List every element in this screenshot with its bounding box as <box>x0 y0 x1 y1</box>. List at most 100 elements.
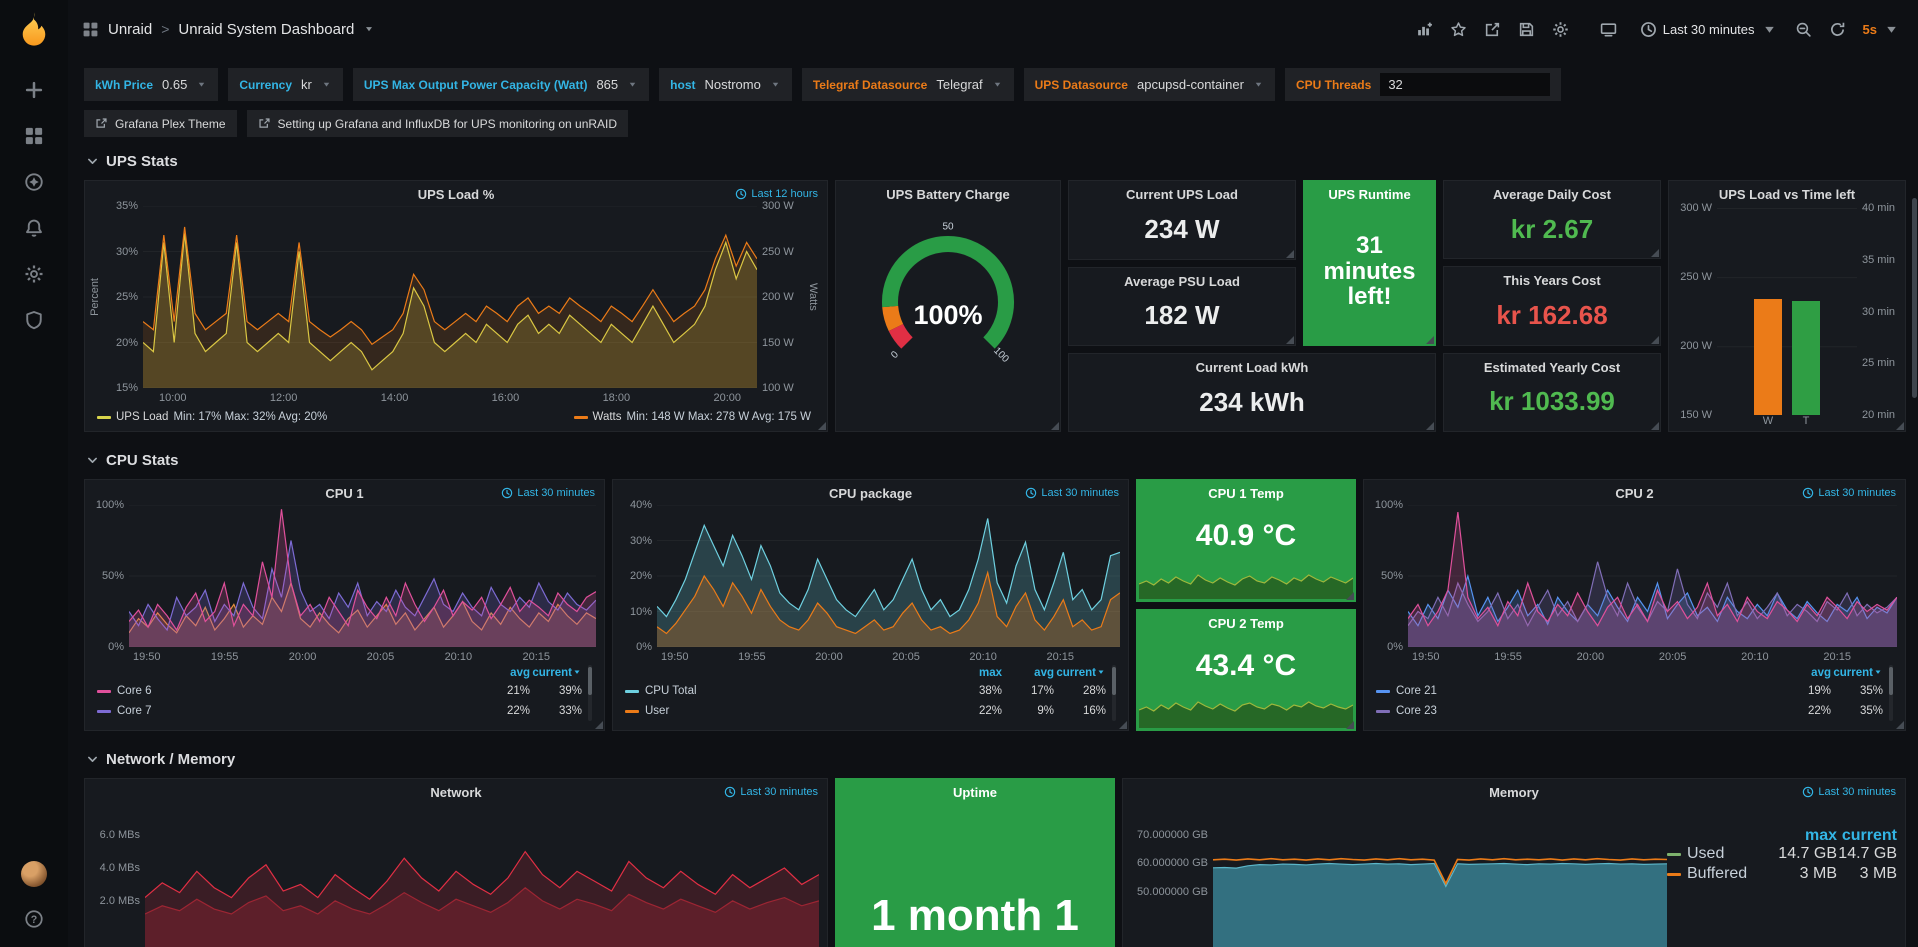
add-panel-button[interactable] <box>1416 21 1433 38</box>
bar-T[interactable] <box>1792 301 1820 415</box>
user-avatar[interactable] <box>21 861 47 887</box>
row-ups-stats[interactable]: UPS Stats <box>86 153 1906 170</box>
panel-title[interactable]: Current Load kWh <box>1069 354 1435 377</box>
row-cpu-stats[interactable]: CPU Stats <box>86 452 1906 469</box>
panel-title[interactable]: UPS Battery Charge <box>836 181 1060 204</box>
link-grafana-plex-theme[interactable]: Grafana Plex Theme <box>84 110 237 137</box>
series-color-marker <box>1667 873 1681 876</box>
legend-row-cpu-total[interactable]: CPU Total 38% 17% 28% <box>625 681 1106 701</box>
cycle-view-button[interactable] <box>1600 21 1617 38</box>
ups-load-chart[interactable] <box>143 206 757 388</box>
bar-W[interactable] <box>1754 299 1782 415</box>
explore-compass-icon[interactable] <box>24 172 44 192</box>
panel-time-override[interactable]: Last 30 minutes <box>724 786 818 798</box>
legend-row-core6[interactable]: Core 6 21% 39% <box>97 681 582 701</box>
variable-currency[interactable]: Currency kr <box>228 68 343 101</box>
legend-sort-avg[interactable]: avg <box>1779 667 1831 679</box>
breadcrumb-folder[interactable]: Unraid <box>108 21 152 38</box>
y-axis-ticks-right: 300 W250 W200 W150 W100 W <box>757 200 807 394</box>
legend-row-core23[interactable]: Core 23 22% 35% <box>1376 701 1883 721</box>
variable-telegraf-datasource[interactable]: Telegraf Datasource Telegraf <box>802 68 1014 101</box>
legend-sort-avg[interactable]: avg <box>478 667 530 679</box>
legend-sort-current[interactable]: current <box>530 667 582 679</box>
dashboard-settings-button[interactable] <box>1552 21 1569 38</box>
panel-title[interactable]: Estimated Yearly Cost <box>1444 354 1660 377</box>
legend-row-core7[interactable]: Core 7 22% 33% <box>97 701 582 721</box>
legend-row-buffered[interactable]: Buffered 3 MB 3 MB <box>1667 864 1897 884</box>
panel-title[interactable]: Average Daily Cost <box>1444 181 1660 204</box>
panel-title[interactable]: CPU 2 Temp <box>1137 610 1355 633</box>
legend-scrollbar[interactable] <box>1112 667 1116 695</box>
page-title[interactable]: Unraid System Dashboard <box>178 21 354 38</box>
cpu-threads-input[interactable] <box>1380 73 1550 96</box>
help-icon[interactable] <box>24 909 44 929</box>
panel-title[interactable]: Average PSU Load <box>1069 268 1295 291</box>
chart-legend: UPS Load Min: 17% Max: 32% Avg: 20% Watt… <box>89 404 819 426</box>
dashboards-icon[interactable] <box>24 126 44 146</box>
save-button[interactable] <box>1518 21 1535 38</box>
y-axis-label-left: Percent <box>89 278 101 316</box>
panel-title[interactable]: Uptime <box>836 779 1114 802</box>
row-network-memory[interactable]: Network / Memory <box>86 751 1906 768</box>
panel-time-override[interactable]: Last 30 minutes <box>1802 786 1896 798</box>
legend-row-user[interactable]: User 22% 9% 16% <box>625 701 1106 721</box>
cpu-package-chart[interactable] <box>657 505 1120 647</box>
side-navbar <box>0 0 68 947</box>
time-range-picker[interactable]: Last 30 minutes <box>1640 21 1778 38</box>
legend-scrollbar[interactable] <box>588 667 592 695</box>
legend-sort-current[interactable]: current <box>1837 827 1897 845</box>
sort-caret-icon <box>1873 667 1883 677</box>
link-ups-monitoring-guide[interactable]: Setting up Grafana and InfluxDB for UPS … <box>247 110 629 137</box>
grafana-logo[interactable] <box>0 0 68 58</box>
gauge-value: 100% <box>848 300 1048 331</box>
legend-sort-avg[interactable]: avg <box>1002 667 1054 679</box>
memory-chart[interactable] <box>1213 804 1667 947</box>
variable-kwh-price[interactable]: kWh Price 0.65 <box>84 68 218 101</box>
x-axis-ticks: 19:5019:5520:0020:0520:1020:15 <box>1368 647 1897 663</box>
legend-scrollbar[interactable] <box>1889 667 1893 695</box>
alerting-bell-icon[interactable] <box>24 218 44 238</box>
legend-item-watts[interactable]: Watts Min: 148 W Max: 278 W Avg: 175 W <box>574 411 811 423</box>
cpu1-chart[interactable] <box>129 505 596 647</box>
legend-row-used[interactable]: Used 14.7 GB 14.7 GB <box>1667 844 1897 864</box>
legend-sort-current[interactable]: current <box>1054 667 1106 679</box>
legend-table: max avg current CPU Total 38% 17% 28% <box>617 663 1120 725</box>
variable-cpu-threads[interactable]: CPU Threads <box>1285 68 1561 101</box>
dashboard-switch-caret-icon[interactable] <box>363 23 375 35</box>
legend-sort-max[interactable]: max <box>1777 827 1837 845</box>
favorite-star-button[interactable] <box>1450 21 1467 38</box>
panel-title[interactable]: UPS Load % <box>85 181 827 204</box>
variable-host[interactable]: host Nostromo <box>659 68 792 101</box>
panel-title[interactable]: This Years Cost <box>1444 267 1660 290</box>
legend-sort-current[interactable]: current <box>1831 667 1883 679</box>
configuration-gear-icon[interactable] <box>24 264 44 284</box>
share-button[interactable] <box>1484 21 1501 38</box>
create-plus-icon[interactable] <box>24 80 44 100</box>
panel-title[interactable]: UPS Load vs Time left <box>1669 181 1905 204</box>
panel-time-override[interactable]: Last 30 minutes <box>1802 487 1896 499</box>
panel-title[interactable]: Memory <box>1123 779 1905 802</box>
ups-bars-chart[interactable] <box>1717 208 1857 415</box>
panel-time-override[interactable]: Last 30 minutes <box>1025 487 1119 499</box>
panel-title[interactable]: Current UPS Load <box>1069 181 1295 204</box>
panel-title[interactable]: Network <box>85 779 827 802</box>
panel-time-override[interactable]: Last 12 hours <box>735 188 818 200</box>
chevron-down-icon <box>196 79 207 90</box>
server-admin-shield-icon[interactable] <box>24 310 44 330</box>
panel-title[interactable]: UPS Runtime <box>1304 181 1435 204</box>
page-scrollbar[interactable] <box>1912 198 1917 398</box>
panel-network: Network Last 30 minutes 6.0 MBs 4.0 MBs … <box>84 778 828 947</box>
network-chart[interactable] <box>145 804 819 947</box>
variable-ups-datasource[interactable]: UPS Datasource apcupsd-container <box>1024 68 1275 101</box>
refresh-interval-picker[interactable]: 5s <box>1863 21 1900 38</box>
panel-time-override[interactable]: Last 30 minutes <box>501 487 595 499</box>
legend-row-core21[interactable]: Core 21 19% 35% <box>1376 681 1883 701</box>
cpu2-chart[interactable] <box>1408 505 1897 647</box>
legend-item-ups-load[interactable]: UPS Load Min: 17% Max: 32% Avg: 20% <box>97 411 327 423</box>
zoom-out-button[interactable] <box>1795 21 1812 38</box>
legend-sort-max[interactable]: max <box>950 667 1002 679</box>
refresh-button[interactable] <box>1829 21 1846 38</box>
dashboard-grid-icon[interactable] <box>82 21 99 38</box>
panel-title[interactable]: CPU 1 Temp <box>1137 480 1355 503</box>
variable-ups-max-output[interactable]: UPS Max Output Power Capacity (Watt) 865 <box>353 68 649 101</box>
